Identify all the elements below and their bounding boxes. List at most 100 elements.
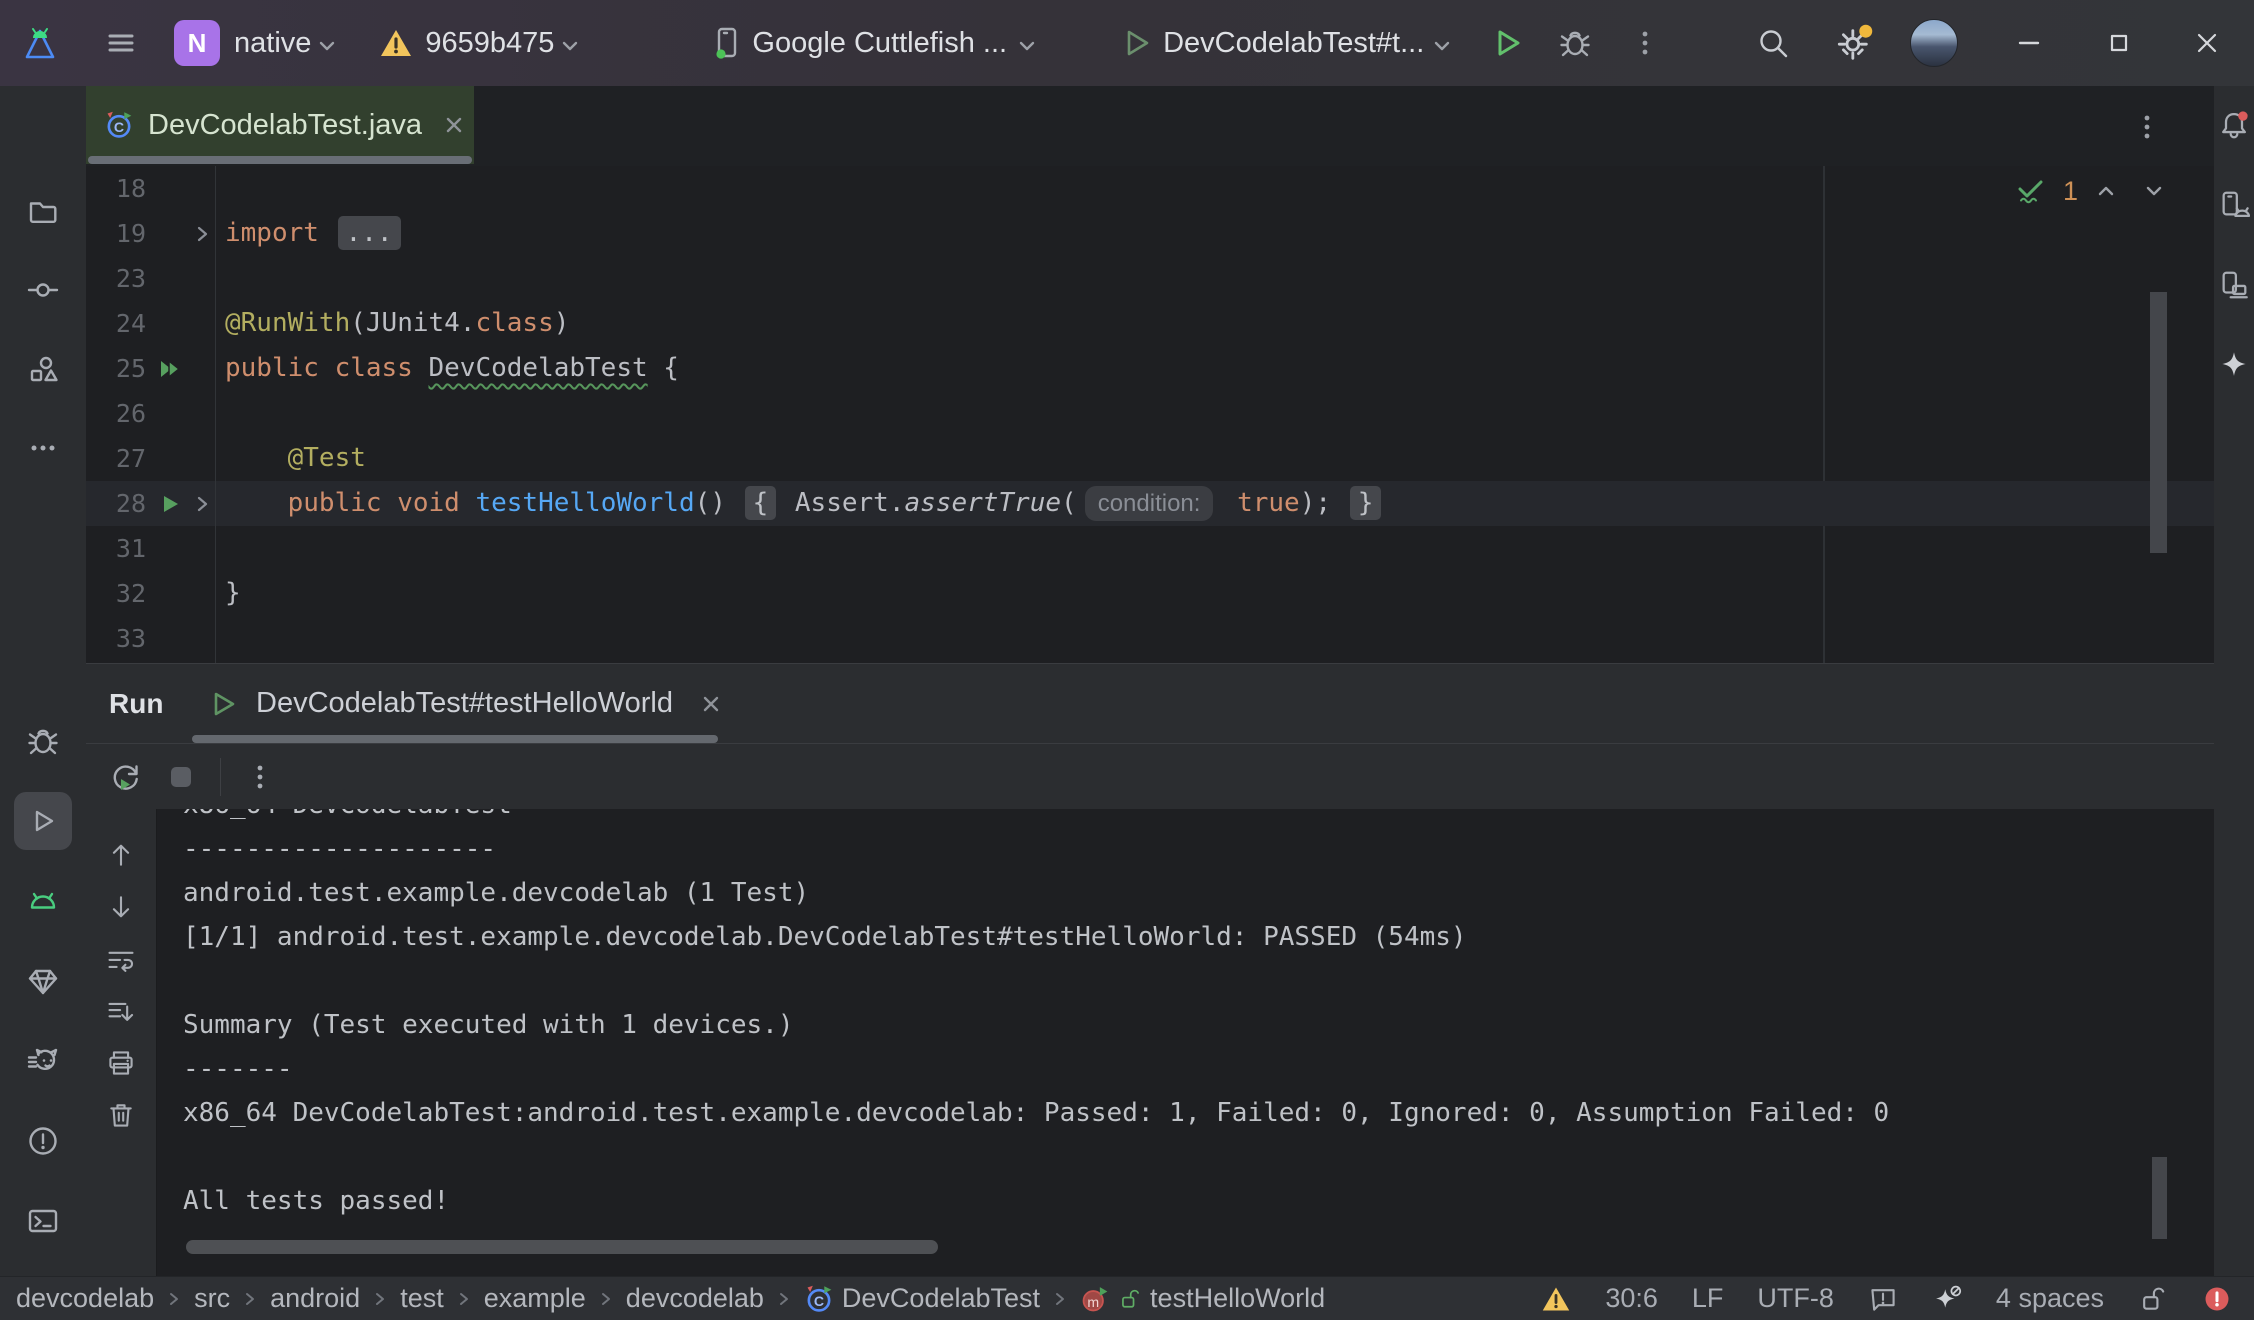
clear-all-icon[interactable] (106, 1100, 136, 1130)
unlock-icon[interactable] (2138, 1284, 2168, 1314)
gemini-disabled-icon[interactable] (1932, 1284, 1962, 1314)
rerun-button[interactable] (108, 760, 142, 794)
fold-arrow-icon[interactable] (190, 222, 214, 246)
search-icon[interactable] (1756, 26, 1790, 60)
project-name[interactable]: native (234, 27, 311, 60)
tool-project-icon[interactable] (26, 194, 60, 228)
inspection-widget[interactable]: 1 (2013, 174, 2166, 208)
code-editor[interactable]: 1819import ...2324@RunWith(JUnit4.class)… (86, 166, 2214, 663)
toolbar-separator (220, 758, 221, 796)
tool-run-icon[interactable] (26, 804, 60, 838)
device-chevron-down-icon[interactable] (1015, 34, 1039, 58)
caret-position[interactable]: 30:6 (1605, 1283, 1658, 1314)
tab-close-icon[interactable] (442, 113, 466, 137)
run-test-gutter-icon[interactable] (156, 489, 186, 519)
project-badge[interactable]: N (174, 20, 220, 66)
run-button[interactable] (1490, 26, 1524, 60)
tool-commit-icon[interactable] (26, 273, 60, 307)
right-tool-strip (2213, 86, 2254, 1276)
run-test-gutter-icon[interactable] (156, 354, 186, 384)
main-menu-icon[interactable] (104, 26, 138, 60)
run-tab-close-icon[interactable] (699, 692, 723, 716)
prev-occurrence-icon[interactable] (106, 840, 136, 870)
next-problem-chevron-down-icon[interactable] (2142, 179, 2166, 203)
console-vertical-scrollbar[interactable] (2152, 1157, 2167, 1239)
run-tab-devcodelabtest[interactable]: DevCodelabTest#testHelloWorld (192, 664, 737, 743)
fold-arrow-icon[interactable] (190, 492, 214, 516)
tab-devcodelabtest-java[interactable]: C DevCodelabTest.java (86, 86, 474, 164)
run-toolbar (86, 743, 2214, 809)
inspection-count: 1 (2063, 176, 2078, 207)
branch-chevron-down-icon[interactable] (558, 34, 582, 58)
user-avatar[interactable] (1910, 19, 1958, 67)
line-number: 33 (86, 616, 146, 661)
tab-options-kebab-icon[interactable] (2130, 110, 2164, 144)
console-line: x86_64 DevCodelabTest:android.test.examp… (183, 1091, 1889, 1135)
line-separator[interactable]: LF (1692, 1283, 1724, 1314)
java-test-class-icon: C (104, 110, 134, 140)
console-horizontal-scrollbar[interactable] (186, 1240, 938, 1254)
run-config-selector[interactable]: DevCodelabTest#t... (1163, 27, 1424, 60)
console-output: x86_64 DevCodelabTest-------------------… (183, 809, 1889, 1223)
tab-selected-underline (88, 156, 472, 164)
device-manager-icon[interactable] (2218, 269, 2250, 301)
soft-wrap-icon[interactable] (106, 944, 136, 974)
tool-terminal-icon[interactable] (26, 1204, 60, 1238)
breadcrumb-item[interactable]: android (270, 1283, 360, 1314)
print-icon[interactable] (106, 1048, 136, 1078)
file-encoding[interactable]: UTF-8 (1757, 1283, 1834, 1314)
run-tab-play-icon (206, 687, 240, 721)
run-more-options-kebab-icon[interactable] (243, 760, 277, 794)
indent-setting[interactable]: 4 spaces (1996, 1283, 2104, 1314)
code-token: { (648, 353, 679, 383)
run-config-chevron-down-icon[interactable] (1430, 34, 1454, 58)
gemini-sparkle-icon[interactable] (2218, 349, 2250, 381)
error-badge-icon[interactable] (2202, 1284, 2232, 1314)
code-line: 33 (86, 616, 2214, 661)
code-line: 18 (86, 166, 2214, 211)
tool-logcat-icon[interactable] (26, 884, 60, 918)
tool-app-quality-insights-icon[interactable] (26, 964, 60, 998)
tool-profiler-icon[interactable] (26, 1044, 60, 1078)
breadcrumb-item[interactable]: CDevCodelabTest (804, 1283, 1040, 1314)
readonly-notice-bubble-icon[interactable] (1868, 1284, 1898, 1314)
breadcrumb-item[interactable]: test (400, 1283, 444, 1314)
device-selector[interactable]: Google Cuttlefish ... (752, 27, 1007, 60)
breadcrumb-label: devcodelab (626, 1283, 764, 1314)
svg-text:C: C (814, 1293, 824, 1309)
running-devices-icon[interactable] (2218, 189, 2250, 221)
branch-name[interactable]: 9659b475 (425, 27, 554, 60)
prev-problem-chevron-up-icon[interactable] (2094, 179, 2118, 203)
project-chevron-down-icon[interactable] (315, 34, 339, 58)
settings-gear-icon[interactable] (1834, 23, 1874, 63)
breadcrumb-item[interactable]: mtestHelloWorld (1080, 1283, 1325, 1314)
breadcrumb-item[interactable]: src (194, 1283, 230, 1314)
breadcrumb-item[interactable]: devcodelab (626, 1283, 764, 1314)
warning-icon[interactable] (1541, 1284, 1571, 1314)
minimize-button[interactable] (2012, 26, 2046, 60)
more-options-icon[interactable] (1628, 26, 1662, 60)
breadcrumb-item[interactable]: devcodelab (16, 1283, 154, 1314)
stop-button[interactable] (164, 760, 198, 794)
tool-more-icon[interactable] (26, 431, 60, 465)
scroll-to-end-icon[interactable] (106, 996, 136, 1026)
statusbar-right-widgets: 30:6 LF UTF-8 4 spaces (1541, 1283, 2254, 1314)
test-console[interactable]: x86_64 DevCodelabTest-------------------… (86, 809, 2214, 1276)
svg-text:C: C (114, 119, 124, 135)
next-occurrence-icon[interactable] (106, 892, 136, 922)
line-number: 19 (86, 211, 146, 256)
code-text: public void testHelloWorld() { Assert.as… (225, 481, 1384, 526)
breadcrumb-class-icon: C (804, 1284, 834, 1314)
notifications-bell-icon[interactable] (2218, 109, 2250, 141)
close-button[interactable] (2190, 26, 2224, 60)
tool-problems-icon[interactable] (26, 1124, 60, 1158)
editor-vertical-scrollbar[interactable] (2150, 292, 2167, 553)
tool-debug-icon[interactable] (26, 724, 60, 758)
breadcrumb-item[interactable]: example (484, 1283, 586, 1314)
maximize-button[interactable] (2102, 26, 2136, 60)
tool-structure-icon[interactable] (26, 352, 60, 386)
debug-button[interactable] (1558, 26, 1592, 60)
line-number: 32 (86, 571, 146, 616)
breadcrumb-label: example (484, 1283, 586, 1314)
code-token: Assert. (779, 488, 904, 518)
